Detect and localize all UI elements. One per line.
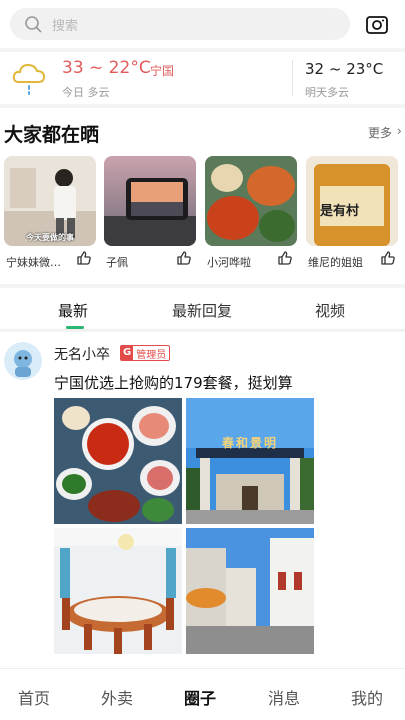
nav-takeout[interactable]: 外卖 [101, 685, 133, 709]
share-card[interactable]: 今天要做的事 宁妹妹微… [4, 156, 96, 269]
share-thumbnail[interactable]: 是有村 [306, 156, 398, 246]
post-card[interactable]: 无名小卒 G 管理员 宁国优选上抢购的179套餐，挺划算 春和景明 [0, 332, 405, 668]
share-thumbnail[interactable]: 今天要做的事 [4, 156, 96, 246]
share-section: 大家都在晒 更多 › 今天要做的事 宁妹妹微… 子佩 小河哗啦 是有村 维尼的姐… [0, 108, 405, 284]
thumbs-up-icon[interactable] [76, 250, 92, 266]
active-tab-indicator [66, 326, 84, 329]
gate-sign: 春和景明 [222, 436, 279, 450]
more-link[interactable]: 更多 [368, 124, 392, 141]
bottom-navigation: 首页 外卖 圈子 消息 我的 [0, 668, 405, 720]
post-photo[interactable] [54, 528, 182, 654]
admin-badge: G 管理员 [120, 345, 171, 361]
thumbnail-caption: 是有村 [320, 204, 360, 219]
avatar[interactable] [4, 342, 42, 380]
username[interactable]: 无名小卒 [54, 344, 110, 364]
cloudy-weather-icon [12, 63, 46, 95]
today-temperature: 33 ~ 22°C [62, 58, 151, 78]
search-icon [25, 16, 42, 33]
share-card[interactable]: 子佩 [104, 156, 196, 269]
share-author: 子佩 [106, 256, 128, 269]
thumbs-up-icon[interactable] [176, 250, 192, 266]
section-title: 大家都在晒 [4, 124, 100, 146]
divider [292, 60, 293, 96]
camera-icon[interactable] [366, 14, 388, 34]
share-card[interactable]: 小河哗啦 [205, 156, 297, 269]
share-author: 维尼的姐姐 [308, 256, 363, 269]
admin-badge-icon: G [121, 346, 134, 360]
tomorrow-condition: 明天多云 [305, 86, 349, 99]
tab-video[interactable]: 视频 [315, 300, 345, 321]
top-bar: 搜索 [0, 0, 405, 48]
post-photo[interactable]: 春和景明 [186, 398, 314, 524]
nav-circle[interactable]: 圈子 [184, 685, 216, 709]
thumbs-up-icon[interactable] [380, 250, 396, 266]
post-photo[interactable] [186, 528, 314, 654]
city-label: 宁国 [150, 64, 175, 78]
search-bar[interactable]: 搜索 [10, 8, 350, 40]
thumbs-up-icon[interactable] [277, 250, 293, 266]
share-thumbnail[interactable] [205, 156, 297, 246]
feed-tabs: 最新 最新回复 视频 [0, 288, 405, 330]
chevron-right-icon[interactable]: › [397, 124, 402, 138]
nav-messages[interactable]: 消息 [268, 685, 300, 709]
post-text: 宁国优选上抢购的179套餐，挺划算 [54, 374, 293, 392]
post-photo[interactable] [54, 398, 182, 524]
share-card[interactable]: 是有村 维尼的姐姐 [306, 156, 398, 269]
admin-badge-label: 管理员 [136, 349, 167, 361]
thumbnail-caption: 今天要做的事 [26, 233, 74, 242]
tomorrow-temperature: 32 ~ 23°C [305, 60, 384, 78]
nav-home[interactable]: 首页 [18, 685, 50, 709]
search-placeholder: 搜索 [52, 19, 79, 34]
share-thumbnail[interactable] [104, 156, 196, 246]
today-condition: 今日 多云 [62, 86, 110, 99]
tab-latest[interactable]: 最新 [58, 300, 88, 321]
share-author: 宁妹妹微… [6, 256, 61, 269]
nav-me[interactable]: 我的 [351, 685, 383, 709]
share-author: 小河哗啦 [207, 256, 251, 269]
weather-panel[interactable]: 33 ~ 22°C 宁国 今日 多云 32 ~ 23°C 明天多云 [0, 52, 405, 104]
tab-latest-reply[interactable]: 最新回复 [172, 300, 232, 321]
